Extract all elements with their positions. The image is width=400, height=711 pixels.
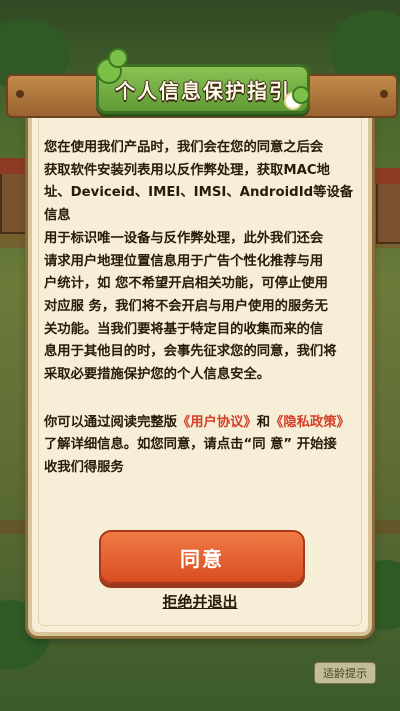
text-line: 您在使用我们产品时，我们会在您的同意之后会 bbox=[44, 140, 324, 155]
text-line: 获取软件安装列表用以反作弊处理，获取MAC地 bbox=[44, 162, 330, 178]
text-line: 你可以通过阅读完整版《用户协议》和《隐私政策》 bbox=[44, 412, 364, 435]
house-decoration bbox=[0, 158, 36, 234]
text-line: 请求用户地理位置信息用于广告个性化推荐与用 bbox=[44, 253, 324, 269]
privacy-text: 您在使用我们产品时，我们会在您的同意之后会 获取软件安装列表用以反作弊处理，获取… bbox=[44, 137, 364, 480]
house-decoration bbox=[370, 168, 400, 244]
title-sign: 个人信息保护指引 bbox=[96, 64, 310, 114]
user-agreement-link[interactable]: 《用户协议》 bbox=[177, 415, 257, 430]
text-line: 对应服 务，我们将不会开启与用户使用的服务无 bbox=[44, 298, 328, 314]
text-line: 关功能。当我们要将基于特定目的收集而来的信 bbox=[44, 321, 324, 337]
privacy-paragraph-2: 你可以通过阅读完整版《用户协议》和《隐私政策》 了解详细信息。如您同意，请点击“… bbox=[44, 412, 364, 480]
text-line: 采取必要措施保护您的个人信息安全。 bbox=[44, 367, 271, 383]
nail-decoration bbox=[16, 90, 24, 98]
text-line: 收我们得服务 bbox=[44, 460, 124, 476]
text-line: 息用于其他目的时，会事先征求您的同意，我们将 bbox=[44, 344, 337, 360]
text-line: 户统计，如 您不希望开启相关功能，可停止使用 bbox=[44, 276, 328, 292]
age-tip-badge[interactable]: 适龄提示 bbox=[314, 662, 376, 684]
text-line: 了解详细信息。如您同意，请点击“同 意” 开始接 bbox=[44, 437, 337, 453]
refuse-and-exit-link[interactable]: 拒绝并退出 bbox=[150, 591, 250, 612]
privacy-paragraph-1: 您在使用我们产品时，我们会在您的同意之后会 获取软件安装列表用以反作弊处理，获取… bbox=[44, 137, 364, 387]
dialog-title: 个人信息保护指引 bbox=[115, 78, 291, 103]
clover-leaf-icon bbox=[108, 48, 128, 68]
agree-button[interactable]: 同意 bbox=[99, 530, 305, 584]
text-line: 址、Deviceid、IMEI、IMSI、AndroidId等设备信息 bbox=[44, 185, 354, 224]
text-line: 用于标识唯一设备与反作弊处理，此外我们还会 bbox=[44, 230, 324, 246]
clover-leaf-icon bbox=[292, 86, 310, 104]
text-lead: 你可以通过阅读完整版 bbox=[44, 414, 177, 430]
text-and: 和 bbox=[256, 414, 271, 430]
nail-decoration bbox=[380, 90, 388, 98]
privacy-policy-link[interactable]: 《隐私政策》 bbox=[270, 415, 350, 430]
